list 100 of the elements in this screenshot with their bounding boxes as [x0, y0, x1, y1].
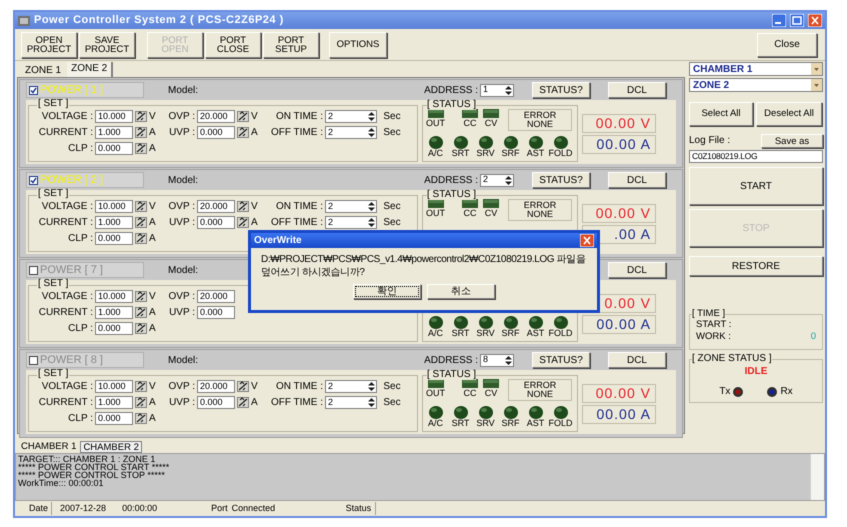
log-file-field[interactable]: C0Z1080219.LOG — [689, 150, 823, 163]
input-field[interactable]: 0.000 — [197, 306, 235, 319]
spin-icon[interactable] — [237, 397, 249, 408]
toolbar-button[interactable]: SAVE PROJECT — [79, 32, 135, 58]
dcl-button[interactable]: DCL — [608, 172, 666, 188]
status-value: 00:00:00 — [122, 502, 158, 515]
spin-icon[interactable] — [135, 323, 147, 334]
deselect-all-button[interactable]: Deselect All — [756, 102, 822, 126]
spin-icon[interactable] — [135, 111, 147, 122]
dcl-button[interactable]: DCL — [608, 262, 666, 278]
input-field[interactable]: 0.000 — [95, 232, 133, 245]
spin-icon[interactable] — [237, 201, 249, 212]
input-field[interactable]: 10.000 — [95, 200, 133, 213]
toolbar-button[interactable]: PORT CLOSE — [205, 32, 261, 58]
input-field[interactable]: 2 — [325, 110, 377, 123]
spin-icon[interactable] — [135, 127, 147, 138]
spin-icon[interactable] — [135, 291, 147, 302]
input-field[interactable]: 0.000 — [95, 142, 133, 155]
address-field[interactable]: 2 — [480, 174, 514, 186]
input-field[interactable]: 0.000 — [197, 396, 235, 409]
input-field[interactable]: 0.000 — [197, 126, 235, 139]
input-field[interactable]: 20.000 — [197, 290, 235, 303]
input-field[interactable]: 1.000 — [95, 216, 133, 229]
dropdown[interactable]: CHAMBER 1 — [689, 62, 823, 76]
address-field[interactable]: 1 — [480, 84, 514, 96]
dialog-button[interactable]: 확인 — [353, 284, 421, 299]
status-query-button[interactable]: STATUS? — [532, 82, 590, 98]
input-field[interactable]: 20.000 — [197, 200, 235, 213]
input-field[interactable]: 2 — [325, 200, 377, 213]
address-field[interactable]: 8 — [480, 354, 514, 366]
up-down-arrows-icon[interactable] — [504, 84, 513, 96]
up-down-arrows-icon[interactable] — [367, 127, 376, 138]
up-down-arrows-icon[interactable] — [367, 381, 376, 392]
input-field[interactable]: 1.000 — [95, 396, 133, 409]
start-button[interactable]: START — [689, 167, 823, 205]
toolbar-button[interactable]: OPTIONS — [329, 32, 387, 58]
input-field[interactable]: 0.000 — [197, 216, 235, 229]
toolbar-button[interactable]: OPEN PROJECT — [21, 32, 77, 58]
spin-icon[interactable] — [237, 127, 249, 138]
status-query-button[interactable]: STATUS? — [532, 172, 590, 188]
spin-icon[interactable] — [135, 397, 147, 408]
up-down-arrows-icon[interactable] — [367, 201, 376, 212]
chamber-tab[interactable]: CHAMBER 2 — [80, 441, 142, 453]
scrollbar[interactable] — [810, 454, 824, 500]
close-icon[interactable] — [580, 234, 594, 247]
up-down-arrows-icon[interactable] — [367, 111, 376, 122]
spin-icon[interactable] — [135, 413, 147, 424]
spin-icon[interactable] — [237, 111, 249, 122]
dcl-button[interactable]: DCL — [608, 352, 666, 368]
input-field[interactable]: 2 — [325, 380, 377, 393]
select-all-button[interactable]: Select All — [689, 102, 753, 126]
error-display: ERROR NONE — [508, 109, 572, 131]
up-down-arrows-icon[interactable] — [367, 217, 376, 228]
minimize-icon[interactable] — [772, 14, 786, 27]
input-field[interactable]: 20.000 — [197, 110, 235, 123]
spin-icon[interactable] — [135, 143, 147, 154]
input-field[interactable]: 20.000 — [197, 380, 235, 393]
log-line: ***** POWER CONTROL START ***** — [18, 463, 170, 471]
field-label: UVP : — [168, 396, 196, 410]
checkbox[interactable] — [29, 356, 38, 364]
save-as-button[interactable]: Save as — [761, 134, 823, 148]
unit-label: V — [149, 290, 157, 304]
restore-button[interactable]: RESTORE — [689, 256, 823, 276]
unit-label: A — [149, 216, 157, 230]
input-field[interactable]: 10.000 — [95, 110, 133, 123]
indicator-light-icon — [528, 136, 542, 149]
dcl-button[interactable]: DCL — [608, 82, 666, 98]
up-down-arrows-icon[interactable] — [504, 174, 513, 186]
spin-icon[interactable] — [135, 201, 147, 212]
up-down-arrows-icon[interactable] — [504, 354, 513, 366]
zone-tab[interactable]: ZONE 2 — [67, 62, 114, 77]
checkbox[interactable] — [29, 176, 38, 184]
checkbox[interactable] — [29, 86, 38, 94]
dialog-button[interactable]: 취소 — [427, 284, 495, 299]
up-down-arrows-icon[interactable] — [367, 397, 376, 408]
spin-icon[interactable] — [135, 381, 147, 392]
spin-icon[interactable] — [237, 217, 249, 228]
maximize-icon[interactable] — [790, 14, 804, 27]
input-field[interactable]: 10.000 — [95, 290, 133, 303]
input-field[interactable]: 0.000 — [95, 322, 133, 335]
close-button[interactable]: Close — [757, 32, 817, 56]
input-field[interactable]: 2 — [325, 126, 377, 139]
input-field[interactable]: 1.000 — [95, 306, 133, 319]
input-field[interactable]: 2 — [325, 396, 377, 409]
input-field[interactable]: 1.000 — [95, 126, 133, 139]
spin-icon[interactable] — [135, 217, 147, 228]
spin-icon[interactable] — [135, 233, 147, 244]
close-icon[interactable] — [808, 14, 822, 27]
input-field[interactable]: 10.000 — [95, 380, 133, 393]
spin-icon[interactable] — [237, 381, 249, 392]
checkbox[interactable] — [29, 266, 38, 274]
unit-label: A — [149, 126, 157, 140]
status-query-button[interactable]: STATUS? — [532, 352, 590, 368]
spin-icon[interactable] — [135, 307, 147, 318]
zone-tab[interactable]: ZONE 1 — [21, 64, 66, 77]
input-field[interactable]: 2 — [325, 216, 377, 229]
toolbar-button[interactable]: PORT SETUP — [263, 32, 319, 58]
dropdown[interactable]: ZONE 2 — [689, 78, 823, 92]
status-value: 2007-12-28 — [60, 502, 106, 515]
input-field[interactable]: 0.000 — [95, 412, 133, 425]
